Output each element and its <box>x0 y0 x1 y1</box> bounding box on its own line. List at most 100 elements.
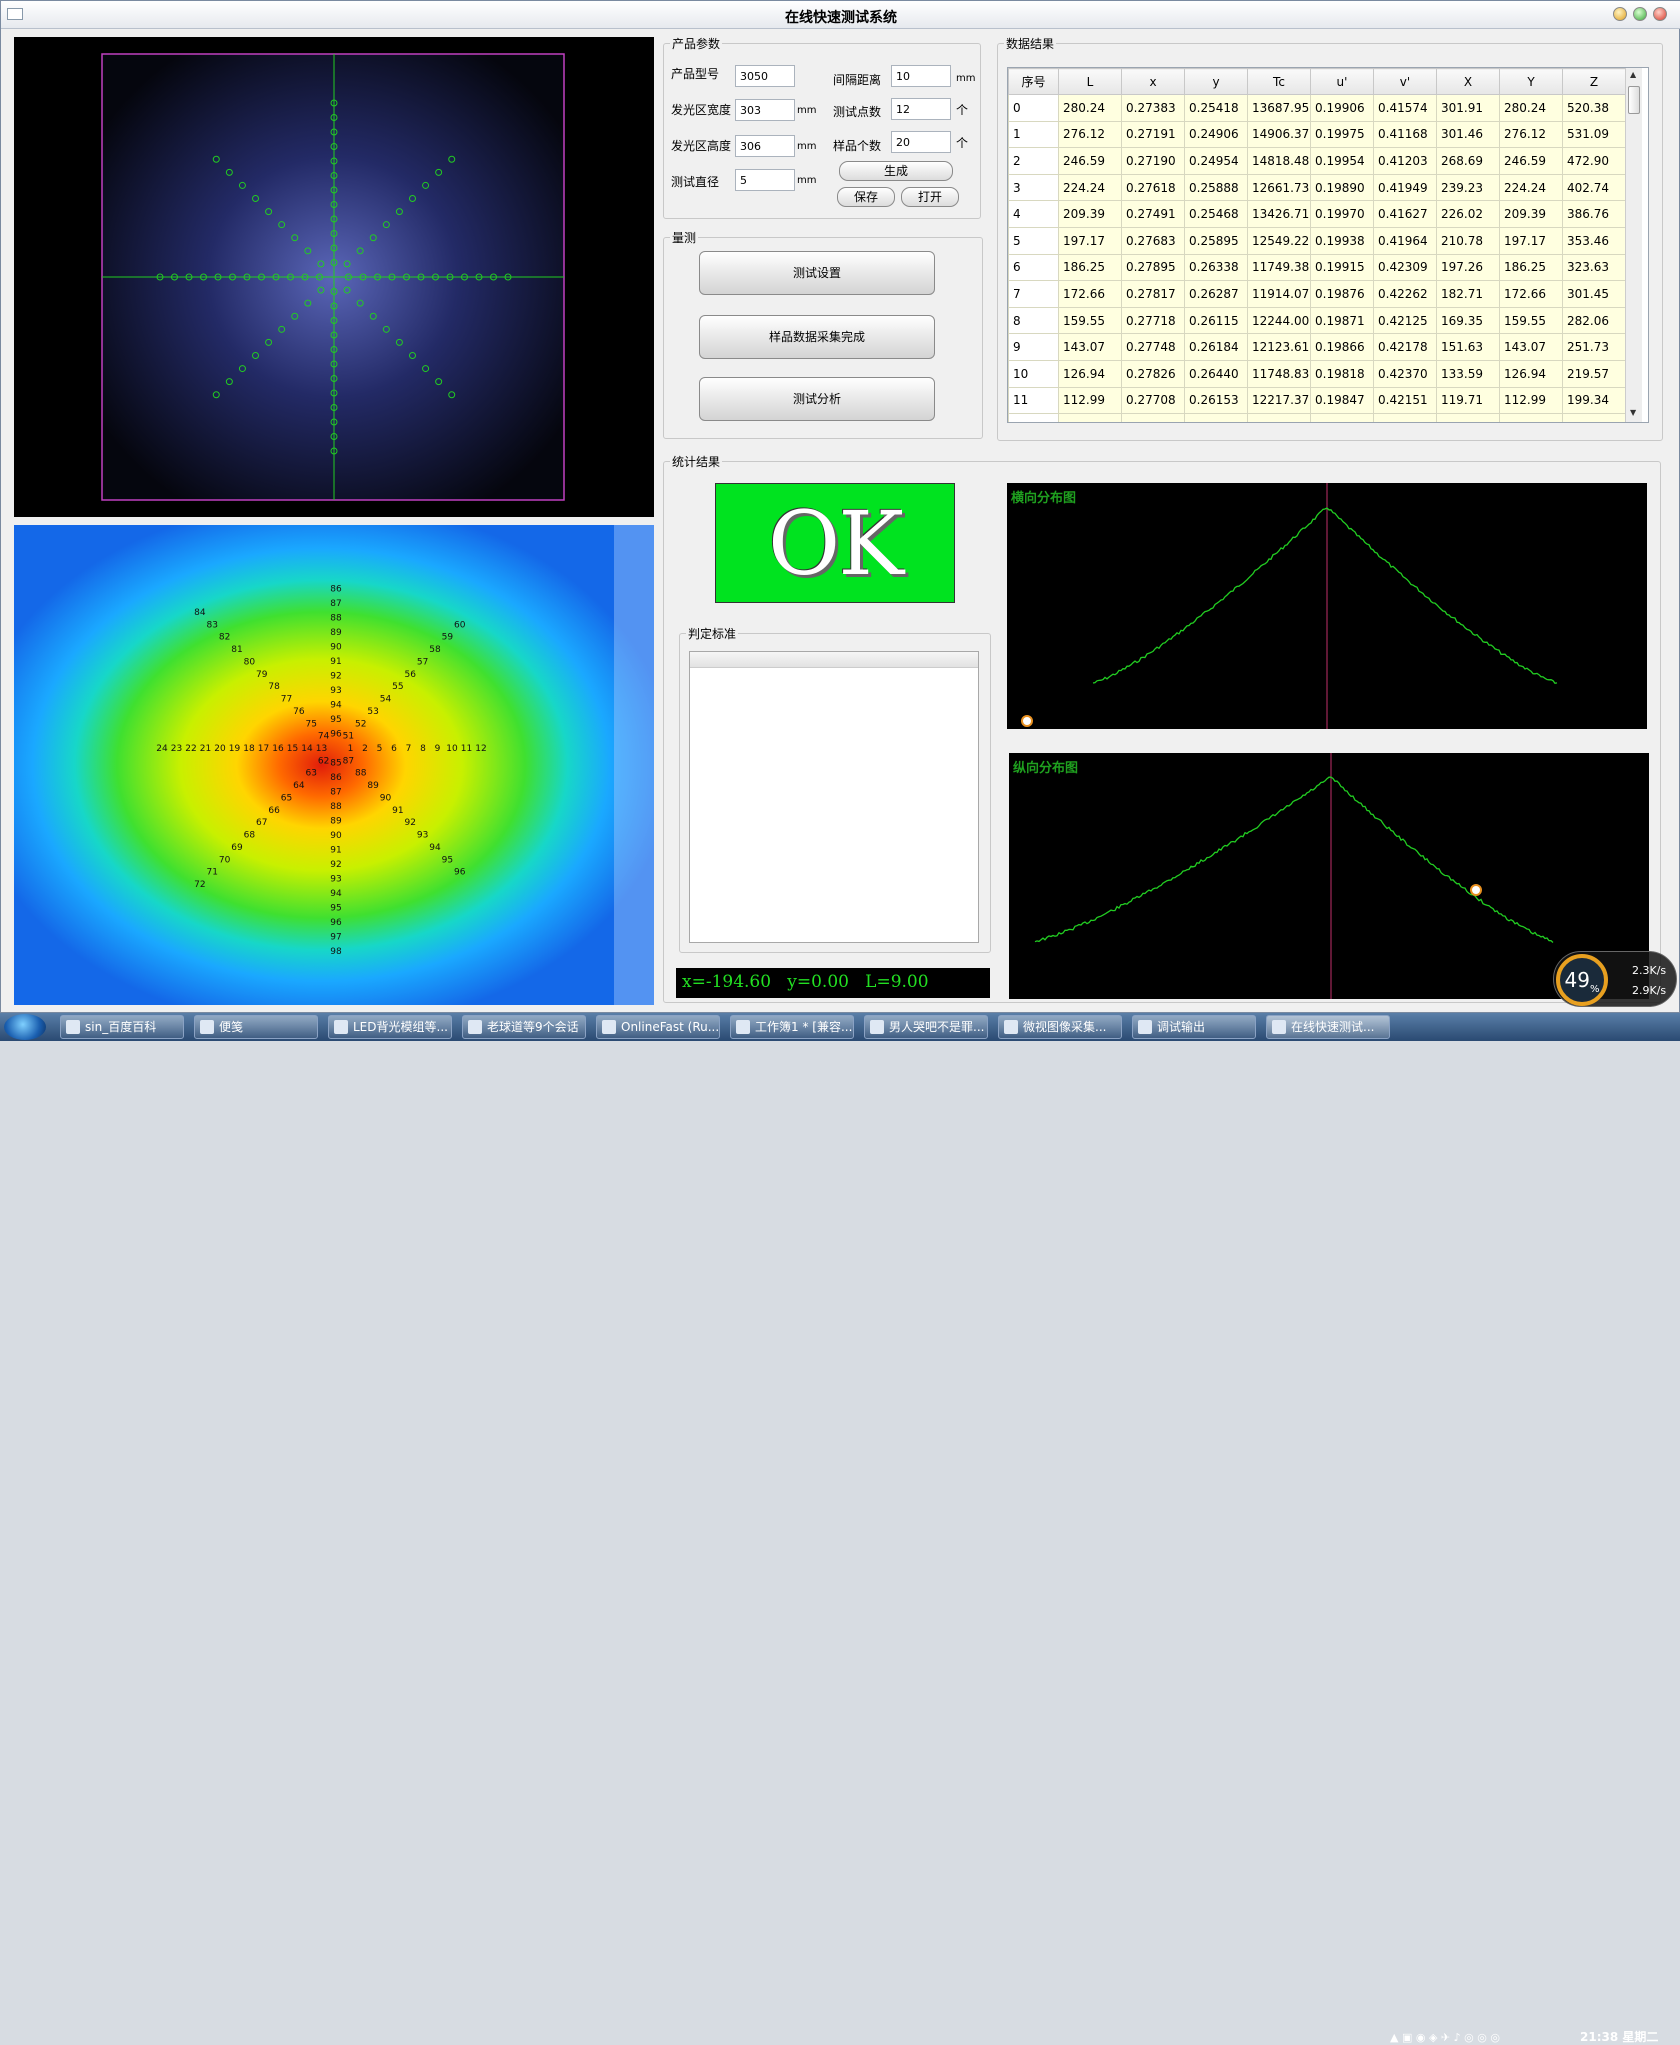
table-row[interactable]: 6 186.25 0.27895 0.26338 11749.38 0.19915 0.42… <box>1008 253 1626 282</box>
table-cell: 0.42370 <box>1373 359 1437 388</box>
net-speed-gauge[interactable]: 49% 2.3K/s 2.9K/s <box>1553 951 1677 1007</box>
table-row[interactable]: 2 246.59 0.27190 0.24954 14818.48 0.19954 0.41… <box>1008 147 1626 175</box>
test-setup-button[interactable]: 测试设置 <box>699 251 935 295</box>
taskbar-item-label: LED背光模组等... <box>353 1020 448 1034</box>
model-input[interactable] <box>735 65 795 87</box>
table-cell: 126.94 <box>1499 359 1563 388</box>
table-row[interactable]: 8 159.55 0.27718 0.26115 12244.00 0.19871 0.42… <box>1008 306 1626 335</box>
results-table[interactable]: 序号 Lx y Tc u' v' X Y Z 0 280.24 0.27383 0.25418 1368… <box>1007 67 1649 423</box>
table-cell: 520.38 <box>1562 94 1626 122</box>
taskbar-item[interactable]: 调试输出 <box>1132 1015 1256 1039</box>
spacing-input[interactable] <box>891 65 951 87</box>
group-label: 判定标准 <box>686 625 739 642</box>
diameter-input[interactable] <box>735 169 795 191</box>
taskbar-item[interactable]: 在线快速测试... <box>1266 1015 1390 1039</box>
table-cell: 224.24 <box>1058 173 1122 202</box>
point-label: 94 <box>330 701 342 711</box>
analyze-button[interactable]: 测试分析 <box>699 377 935 421</box>
width-input[interactable] <box>735 99 795 121</box>
camera-view-grid[interactable] <box>14 37 654 517</box>
table-cell: 13426.71 <box>1247 200 1311 228</box>
scroll-thumb[interactable] <box>1628 86 1640 114</box>
point-label: 86 <box>330 773 342 783</box>
clock[interactable]: 21:38 星期二 <box>1580 2028 1658 2045</box>
table-row[interactable]: 1298.340.274080.2572213212.940.197950.41… <box>1008 413 1626 422</box>
table-cell: 0.42309 <box>1373 253 1437 282</box>
column-header[interactable]: Y <box>1499 68 1563 95</box>
points-input[interactable] <box>891 98 951 120</box>
vertical-distribution-chart[interactable]: 纵向分布图 <box>1009 753 1649 999</box>
point-label: 88 <box>355 769 367 779</box>
taskbar-item[interactable]: 老球道等9个会话 <box>462 1015 586 1039</box>
taskbar-item[interactable]: 微视图像采集... <box>998 1015 1122 1039</box>
table-cell: 251.73 <box>1562 333 1626 361</box>
table-cell: 0.27708 <box>1121 386 1185 415</box>
table-cell: 104.79 <box>1436 413 1500 422</box>
column-header[interactable]: Z <box>1562 68 1626 95</box>
table-cell: 226.02 <box>1436 200 1500 228</box>
taskbar-item[interactable]: LED背光模组等... <box>328 1015 452 1039</box>
width-unit: mm <box>797 105 817 116</box>
table-cell: 14906.37 <box>1247 120 1311 149</box>
table-row[interactable]: 10 126.94 0.27826 0.26440 11748.83 0.19818 0.4… <box>1008 359 1626 388</box>
column-header[interactable]: u' <box>1310 68 1374 95</box>
table-cell: 301.91 <box>1436 94 1500 122</box>
criteria-list[interactable] <box>689 651 979 943</box>
samples-input[interactable] <box>891 131 951 153</box>
table-cell: 246.59 <box>1058 147 1122 175</box>
taskbar-item[interactable]: 工作簿1 * [兼容... <box>730 1015 854 1039</box>
taskbar-item[interactable]: sin_百度百科 <box>60 1015 184 1039</box>
scroll-up-icon[interactable]: ▲ <box>1630 70 1636 79</box>
table-row[interactable]: 0 280.24 0.27383 0.25418 13687.95 0.19906 0.41… <box>1008 94 1626 122</box>
column-header[interactable]: v' <box>1373 68 1437 95</box>
taskbar-item-label: sin_百度百科 <box>85 1020 157 1034</box>
table-cell: 0.41798 <box>1373 413 1437 422</box>
table-cell: 12123.61 <box>1247 333 1311 361</box>
point-label: 83 <box>207 620 218 630</box>
system-tray[interactable]: ▲ ▣ ◉ ◈ ✈ ♪ ◎ ◎ ◎ <box>1390 2031 1500 2044</box>
table-row[interactable]: 7 172.66 0.27817 0.26287 11914.07 0.19876 0.42… <box>1008 280 1626 308</box>
table-cell: 0.19954 <box>1310 147 1374 175</box>
taskbar-item[interactable]: OnlineFast (Ru... <box>596 1015 720 1039</box>
column-header[interactable]: x <box>1121 68 1185 95</box>
point-label: 89 <box>330 628 342 638</box>
height-input[interactable] <box>735 135 795 157</box>
generate-button[interactable]: 生成 <box>839 161 953 181</box>
h-profile-line <box>1092 507 1558 685</box>
table-cell: 13687.95 <box>1247 94 1311 122</box>
column-header[interactable]: X <box>1436 68 1500 95</box>
table-cell: 4 <box>1008 200 1059 228</box>
result-status: OK <box>715 483 955 603</box>
start-button[interactable] <box>4 1014 46 1040</box>
table-cell: 9 <box>1008 333 1059 361</box>
column-header[interactable]: 序号 <box>1008 68 1059 95</box>
collect-done-button[interactable]: 样品数据采集完成 <box>699 315 935 359</box>
table-cell: 11749.38 <box>1247 253 1311 282</box>
table-row[interactable]: 3 224.24 0.27618 0.25888 12661.73 0.19890 0.41… <box>1008 173 1626 202</box>
table-row[interactable]: 11 112.99 0.27708 0.26153 12217.37 0.19847 0.4… <box>1008 386 1626 415</box>
table-row[interactable]: 5 197.17 0.27683 0.25895 12549.22 0.19938 0.41… <box>1008 226 1626 255</box>
percent-sign: % <box>1589 984 1600 995</box>
open-button[interactable]: 打开 <box>901 187 959 207</box>
column-header[interactable]: L <box>1058 68 1122 95</box>
horizontal-distribution-chart[interactable]: 横向分布图 <box>1007 483 1647 729</box>
maximize-button[interactable] <box>1633 7 1647 21</box>
table-cell: 119.71 <box>1436 386 1500 415</box>
table-row[interactable]: 1 276.12 0.27191 0.24906 14906.37 0.19975 0.41… <box>1008 120 1626 149</box>
taskbar-item[interactable]: 便笺 <box>194 1015 318 1039</box>
table-cell: 0.27817 <box>1121 280 1185 308</box>
point-label: 51 <box>343 732 354 742</box>
column-header[interactable]: Tc <box>1247 68 1311 95</box>
scroll-down-icon[interactable]: ▼ <box>1630 408 1636 417</box>
table-scrollbar[interactable]: ▲ ▼ <box>1625 68 1642 422</box>
save-button[interactable]: 保存 <box>837 187 895 207</box>
column-header[interactable]: y <box>1184 68 1248 95</box>
camera-view-heatmap[interactable]: 1 2 5 6 7 8 9 10 11 12 13 14 15 16 17 18 19 20 21 22 23 24 96 9… <box>14 525 654 1005</box>
taskbar-item[interactable]: 男人哭吧不是罪... <box>864 1015 988 1039</box>
table-row[interactable]: 4 209.39 0.27491 0.25468 13426.71 0.19970 0.41… <box>1008 200 1626 228</box>
close-button[interactable] <box>1653 7 1667 21</box>
table-row[interactable]: 9 143.07 0.27748 0.26184 12123.61 0.19866 0.42… <box>1008 333 1626 361</box>
table-cell: 186.25 <box>1058 253 1122 282</box>
minimize-button[interactable] <box>1613 7 1627 21</box>
table-cell: 323.63 <box>1562 253 1626 282</box>
